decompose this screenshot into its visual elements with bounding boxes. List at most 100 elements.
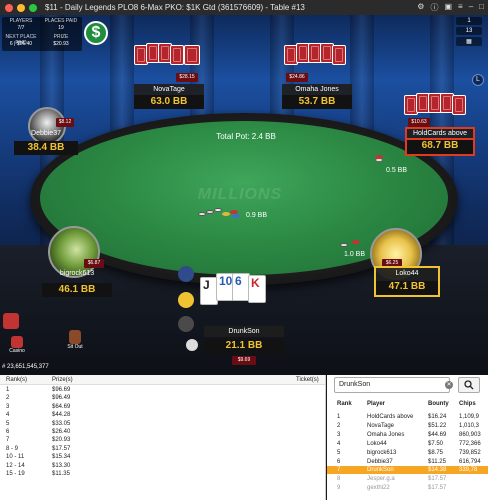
minimize-window-button[interactable]	[17, 3, 25, 12]
bet-amount: 0.5 BB	[386, 167, 408, 174]
bounty-cell: $51.22	[428, 422, 447, 429]
casino-label: Casino	[9, 348, 25, 354]
ticket-column-header[interactable]: Ticket(s)	[296, 377, 319, 383]
player-name: HoldCards above	[405, 127, 475, 140]
bounty-cell: $11.25	[428, 458, 446, 465]
rank-column-header[interactable]: Rank(s)	[6, 377, 27, 383]
player-header[interactable]: Player	[367, 401, 385, 407]
image-icon[interactable]: ▣	[444, 2, 452, 13]
prize-amount: $26.40	[52, 429, 71, 435]
bounty-badge: $9.69	[232, 356, 256, 365]
chips-cell: 772,366	[459, 440, 481, 447]
prize-amount: $17.57	[52, 445, 71, 452]
prize-column-header[interactable]: Prize(s)	[52, 377, 73, 383]
bounty-cell: $7.50	[428, 440, 444, 447]
chips-cell: $17.57	[428, 476, 447, 483]
prize-row: 6 $26.40	[0, 429, 325, 437]
prize-header: Rank(s) Prize(s) Ticket(s)	[0, 375, 325, 385]
player-name: NovaTage	[134, 84, 204, 95]
total-pot: Total Pot: 2.4 BB	[216, 132, 276, 141]
info-icon[interactable]: ⓘ	[430, 2, 438, 13]
chips-cell: 1,109,9	[459, 414, 480, 420]
prize-amount: $64.69	[52, 403, 71, 410]
prize-rank: 12 - 14	[6, 462, 25, 469]
ranking-row[interactable]: 2 NovaTage $51.22 1,010,3	[327, 422, 488, 430]
window-icon[interactable]: □	[479, 2, 484, 13]
menu-icon[interactable]: ≡	[458, 2, 463, 13]
prize-row: 12 - 14 $13.30	[0, 462, 325, 471]
player-name: DrunkSon	[204, 326, 284, 337]
close-window-button[interactable]	[5, 3, 13, 12]
prize-amount: $15.34	[52, 454, 71, 461]
player-cell: bigrock613	[367, 449, 397, 456]
ranking-row[interactable]: 4 Loko44 $7.50 772,366	[327, 440, 488, 448]
search-button[interactable]	[458, 377, 480, 393]
rank-cell: 8	[337, 476, 341, 483]
ranking-row[interactable]: 9 gexthi22 $17.57	[327, 484, 488, 492]
ranking-row[interactable]: 1 HoldCards above $16.24 1,109,9	[327, 413, 488, 421]
zoom-window-button[interactable]	[29, 3, 37, 12]
emoji-icon[interactable]	[178, 292, 194, 308]
rank-header[interactable]: Rank	[337, 401, 352, 407]
level-badge[interactable]: L	[472, 74, 484, 86]
bounty-cell: $8.75	[428, 449, 444, 456]
rank-cell: 9	[337, 485, 341, 492]
prize-row: 8 - 9 $17.57	[0, 445, 325, 454]
player-cell: Loko44	[367, 440, 387, 447]
minimize-icon[interactable]: –	[469, 2, 473, 13]
casino-button[interactable]: Casino	[8, 336, 26, 354]
player-name: bigrock613	[59, 270, 95, 277]
prize-rank: 7	[6, 437, 10, 444]
prize-row: 1 $96.69	[0, 387, 325, 395]
chat-icon[interactable]	[186, 339, 198, 351]
chips-header[interactable]: Chips	[459, 401, 476, 407]
prize-amount: $96.69	[52, 387, 71, 393]
bounty-cell: $44.69	[428, 431, 447, 438]
bounty-header[interactable]: Bounty	[428, 401, 449, 407]
player-cell: Jesper.g.a	[367, 476, 395, 483]
player-name: Debbie37	[31, 130, 61, 137]
sit-out-button[interactable]: Sit Out	[64, 330, 86, 350]
ranking-row[interactable]: 7 DrunkSon $14.38 339,78	[327, 466, 488, 475]
cashier-dollar-icon[interactable]: $	[84, 21, 108, 45]
hero-card-4: K	[248, 275, 266, 303]
ranking-row[interactable]: 3 Omaha Jones $44.69 860,903	[327, 431, 488, 439]
prize-rank: 2	[6, 395, 10, 402]
player-search-input[interactable]: DrunkSon	[334, 377, 450, 393]
rank-cell: 4	[337, 440, 341, 447]
prize-row: 4 $44.28	[0, 412, 325, 420]
ranking-row[interactable]: 6 Debbie37 $11.25 616,794	[327, 458, 488, 466]
sit-out-label: Sit Out	[67, 344, 83, 350]
player-cell: NovaTage	[367, 422, 395, 429]
rank-cell: 7	[337, 467, 341, 474]
ranking-row[interactable]: 5 bigrock613 $8.75 739,852	[327, 449, 488, 457]
rank-cell: 1	[337, 414, 341, 420]
rank-cell: 6	[337, 458, 341, 465]
chips-cell: 616,794	[459, 458, 481, 465]
clear-search-icon[interactable]: ✕	[445, 381, 453, 389]
menu-tool-icon[interactable]	[3, 313, 19, 329]
prize-rank: 5	[6, 420, 10, 427]
chips-cell: $17.57	[428, 485, 447, 492]
table-logo: MILLIONS	[197, 186, 283, 203]
table-position-widget[interactable]: 1 13 ▦	[456, 17, 482, 63]
bounty-badge: $8.12	[56, 118, 74, 127]
prize-rank: 10 - 11	[6, 454, 25, 461]
settings-icon[interactable]: ⚙	[417, 2, 424, 13]
grid-icon[interactable]: ▦	[456, 37, 482, 46]
bet-amount: 0.9 BB	[246, 212, 268, 219]
player-stack: 53.7 BB	[282, 95, 352, 109]
players-value: 7/7	[17, 25, 25, 31]
prize-rank: 8 - 9	[6, 445, 19, 452]
rank-cell: 5	[337, 449, 341, 456]
window-controls[interactable]	[5, 3, 37, 12]
ranking-row[interactable]: 8 Jesper.g.a $17.57	[327, 475, 488, 483]
prize-structure-panel: Rank(s) Prize(s) Ticket(s) 1 $96.69 2 $96.4…	[0, 375, 326, 500]
rocket-icon[interactable]	[178, 266, 194, 282]
position-1: 1	[456, 17, 482, 25]
bounty-badge: $24.86	[286, 73, 308, 82]
player-stack: 63.0 BB	[134, 95, 204, 109]
rankings-header: Rank Player Bounty Chips	[327, 400, 488, 410]
player-cell: Omaha Jones	[367, 431, 405, 438]
notes-icon[interactable]	[178, 316, 194, 332]
